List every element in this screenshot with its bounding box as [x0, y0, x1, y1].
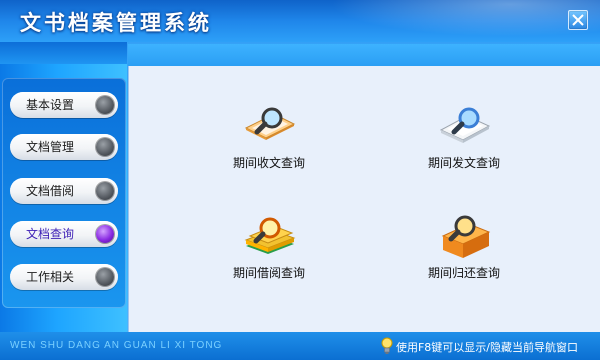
sidebar-item-work-related[interactable]: 工作相关: [10, 264, 118, 290]
title-bar: 文书档案管理系统: [0, 0, 600, 42]
sidebar-item-label: 文档管理: [26, 140, 75, 154]
content-header: [128, 44, 600, 67]
app-title: 文书档案管理系统: [20, 11, 212, 35]
left-panel-header: [0, 42, 127, 64]
query-received-documents[interactable]: 期间收文查询: [209, 102, 329, 182]
query-item-label: 期间借阅查询: [232, 266, 305, 280]
app-window: 文书档案管理系统 基本设置 文档管理 文档借阅 文档查询 工作相关 期间收文查询…: [0, 0, 600, 360]
sidebar-item-indicator-icon: [96, 138, 114, 156]
box-magnifier-icon: [404, 212, 524, 262]
query-item-label: 期间发文查询: [427, 156, 500, 170]
sidebar-item-label: 文档查询: [26, 227, 75, 241]
books-magnifier-icon: [209, 212, 329, 262]
close-button[interactable]: [568, 10, 588, 30]
sidebar-item-indicator-icon: [96, 225, 114, 243]
status-hint: 使用F8键可以显示/隐藏当前导航窗口: [395, 341, 578, 354]
sidebar-item-document-management[interactable]: 文档管理: [10, 134, 118, 160]
sidebar-item-label: 文档借阅: [26, 184, 75, 198]
sidebar-item-label: 工作相关: [26, 270, 75, 284]
status-bar-app-pinyin: WEN SHU DANG AN GUAN LI XI TONG: [10, 340, 223, 351]
sidebar-item-document-borrowing[interactable]: 文档借阅: [10, 178, 118, 204]
close-icon: [572, 14, 584, 26]
sidebar-item-indicator-icon: [96, 96, 114, 114]
folder-magnifier-icon: [209, 102, 329, 152]
query-item-label: 期间收文查询: [232, 156, 305, 170]
query-item-label: 期间归还查询: [427, 266, 500, 280]
query-sent-documents[interactable]: 期间发文查询: [404, 102, 524, 182]
sidebar-item-indicator-icon: [96, 182, 114, 200]
paper-magnifier-icon: [404, 102, 524, 152]
sidebar-item-label: 基本设置: [26, 98, 75, 112]
query-borrowing[interactable]: 期间借阅查询: [209, 212, 329, 292]
sidebar-item-indicator-icon: [96, 268, 114, 286]
sidebar-item-basic-settings[interactable]: 基本设置: [10, 92, 118, 118]
sidebar-menu: 基本设置 文档管理 文档借阅 文档查询 工作相关: [2, 78, 126, 308]
lightbulb-icon: [380, 337, 394, 359]
sidebar-item-document-query[interactable]: 文档查询: [10, 221, 118, 247]
content-area: 期间收文查询 期间发文查询 期间借阅查询 期间归还查询: [128, 66, 600, 332]
query-returns[interactable]: 期间归还查询: [404, 212, 524, 292]
status-bar: WEN SHU DANG AN GUAN LI XI TONG 使用F8键可以显…: [0, 332, 600, 360]
